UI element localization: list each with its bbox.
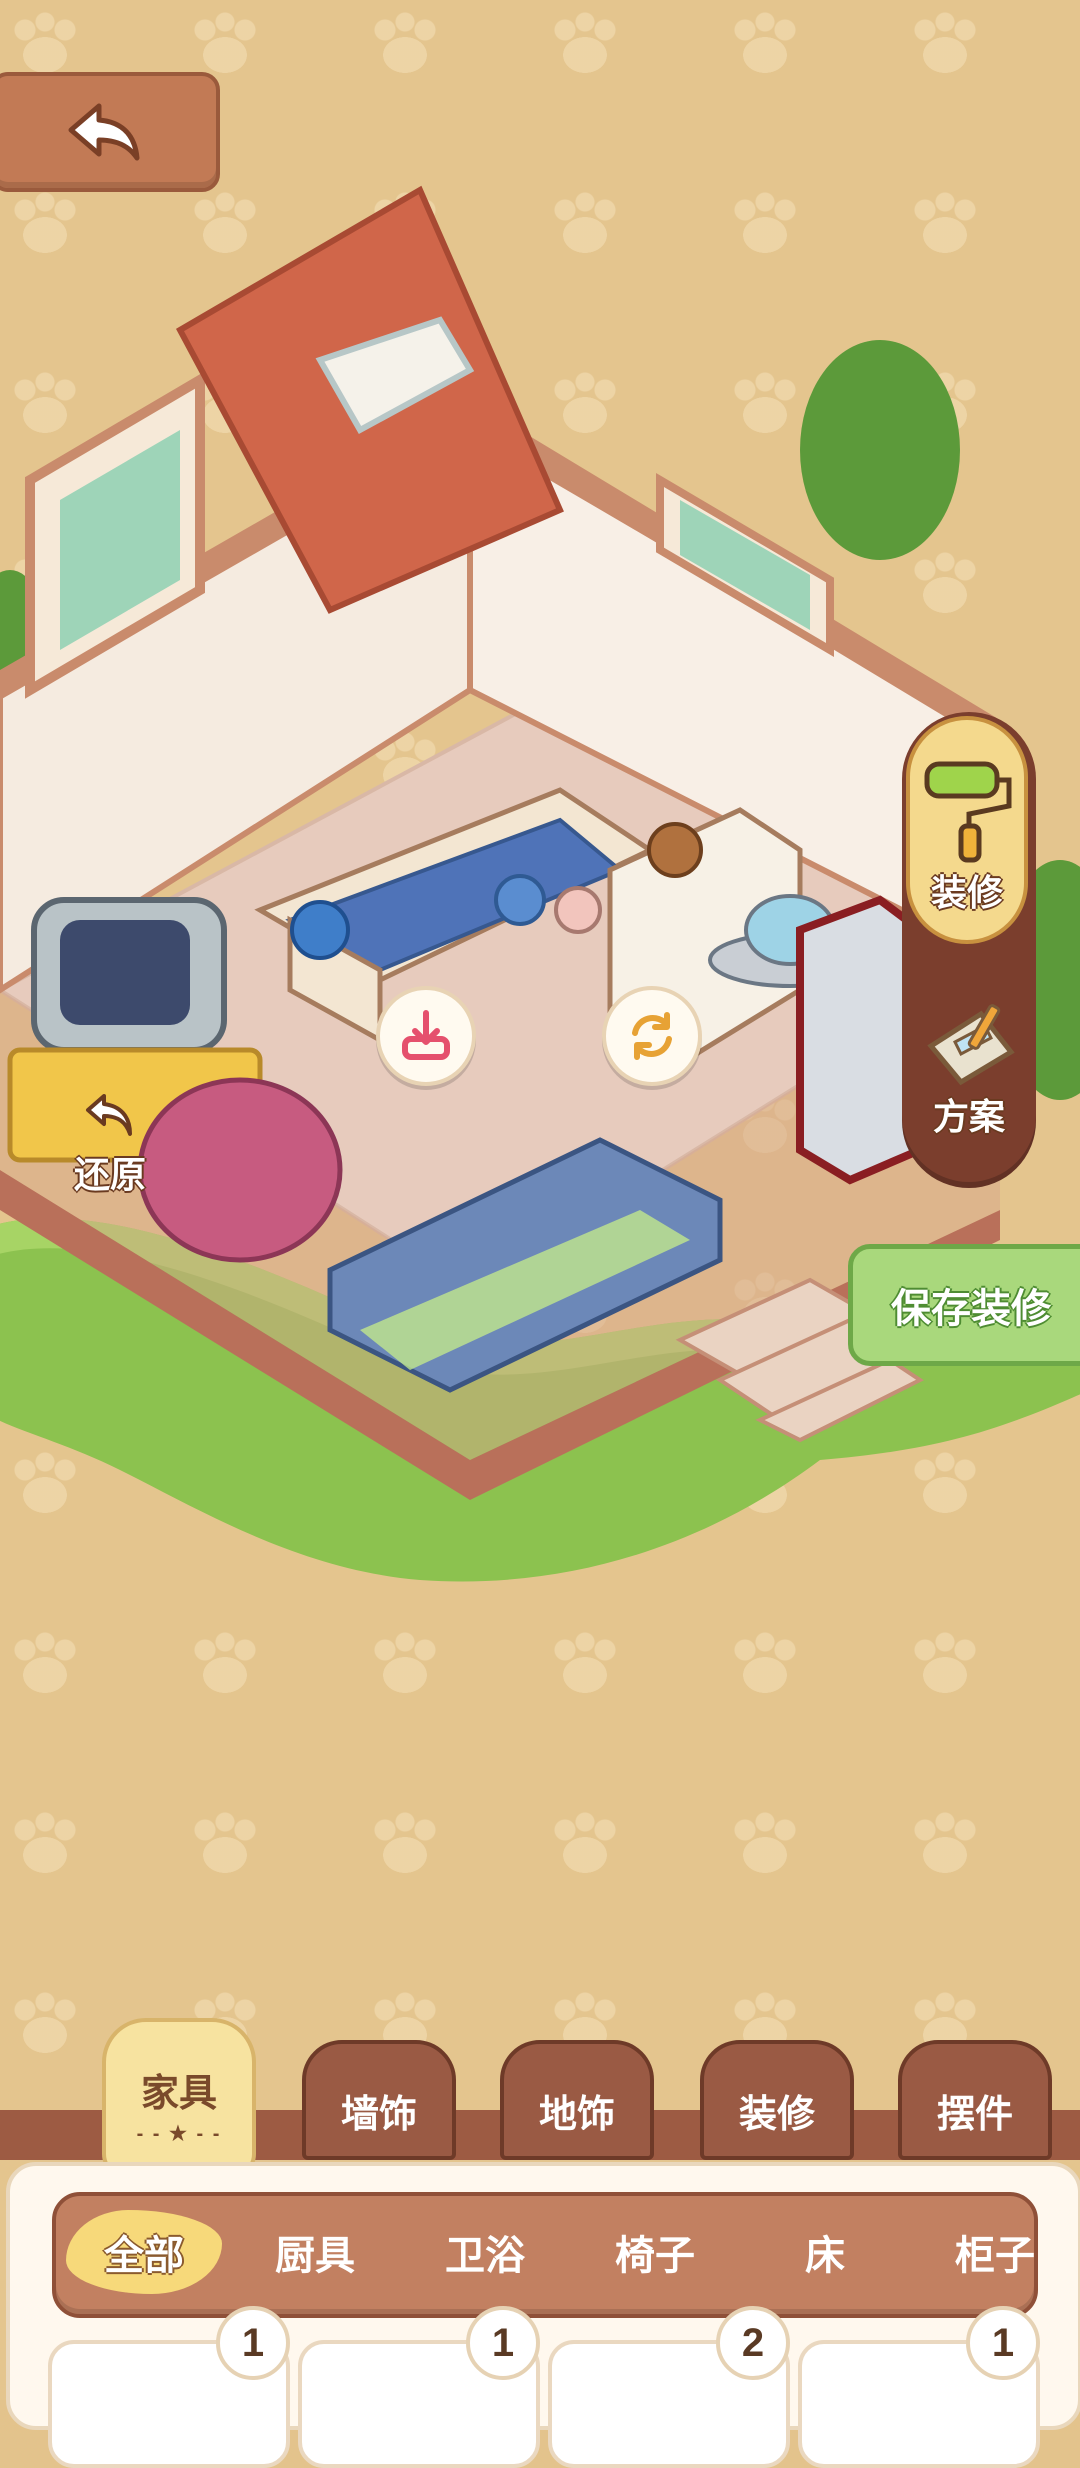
side-item-decorate[interactable]: 装修 bbox=[906, 716, 1028, 944]
tab-furniture[interactable]: 家具 - - ★ - - bbox=[102, 2018, 256, 2178]
side-item-label: 方案 bbox=[932, 1096, 1005, 1137]
undo-icon bbox=[86, 1094, 132, 1136]
blueprint-icon bbox=[927, 1004, 1015, 1086]
rotate-icon bbox=[632, 1012, 672, 1060]
tab-floor-decor[interactable]: 地饰 bbox=[500, 2040, 654, 2160]
teddy-bear bbox=[647, 822, 703, 878]
item-count-badge: 1 bbox=[966, 2306, 1040, 2380]
tab-label: 家具 bbox=[140, 2073, 217, 2115]
filter-beds[interactable]: 床 bbox=[760, 2210, 890, 2294]
rotate-button[interactable] bbox=[602, 986, 702, 1086]
restore-label: 还原 bbox=[73, 1154, 146, 1195]
item-count-badge: 1 bbox=[216, 2306, 290, 2380]
item-count-badge: 1 bbox=[466, 2306, 540, 2380]
save-decoration-button[interactable]: 保存装修 bbox=[848, 1244, 1080, 1366]
item-count-badge: 2 bbox=[716, 2306, 790, 2380]
lamp bbox=[290, 900, 350, 960]
store-button[interactable] bbox=[376, 986, 476, 1086]
tab-renovation[interactable]: 装修 bbox=[700, 2040, 854, 2160]
tab-wall-decor[interactable]: 墙饰 bbox=[302, 2040, 456, 2160]
restore-button[interactable]: 还原 bbox=[60, 1090, 160, 1200]
teddy-bear bbox=[494, 874, 546, 926]
filter-kitchen[interactable]: 厨具 bbox=[250, 2210, 380, 2294]
side-item-label: 装修 bbox=[930, 872, 1003, 913]
filter-chairs[interactable]: 椅子 bbox=[590, 2210, 720, 2294]
tab-ornaments[interactable]: 摆件 bbox=[898, 2040, 1052, 2160]
teddy-bear bbox=[554, 886, 602, 934]
side-item-plan[interactable]: 方案 bbox=[906, 980, 1032, 1148]
star-icon: - - ★ - - bbox=[136, 2123, 222, 2145]
paint-roller-icon bbox=[924, 761, 1012, 863]
filter-cabinets[interactable]: 柜子 bbox=[930, 2210, 1060, 2294]
beanbag bbox=[137, 1077, 343, 1263]
filter-bathroom[interactable]: 卫浴 bbox=[420, 2210, 550, 2294]
download-icon bbox=[402, 1010, 450, 1060]
bush bbox=[800, 340, 960, 560]
